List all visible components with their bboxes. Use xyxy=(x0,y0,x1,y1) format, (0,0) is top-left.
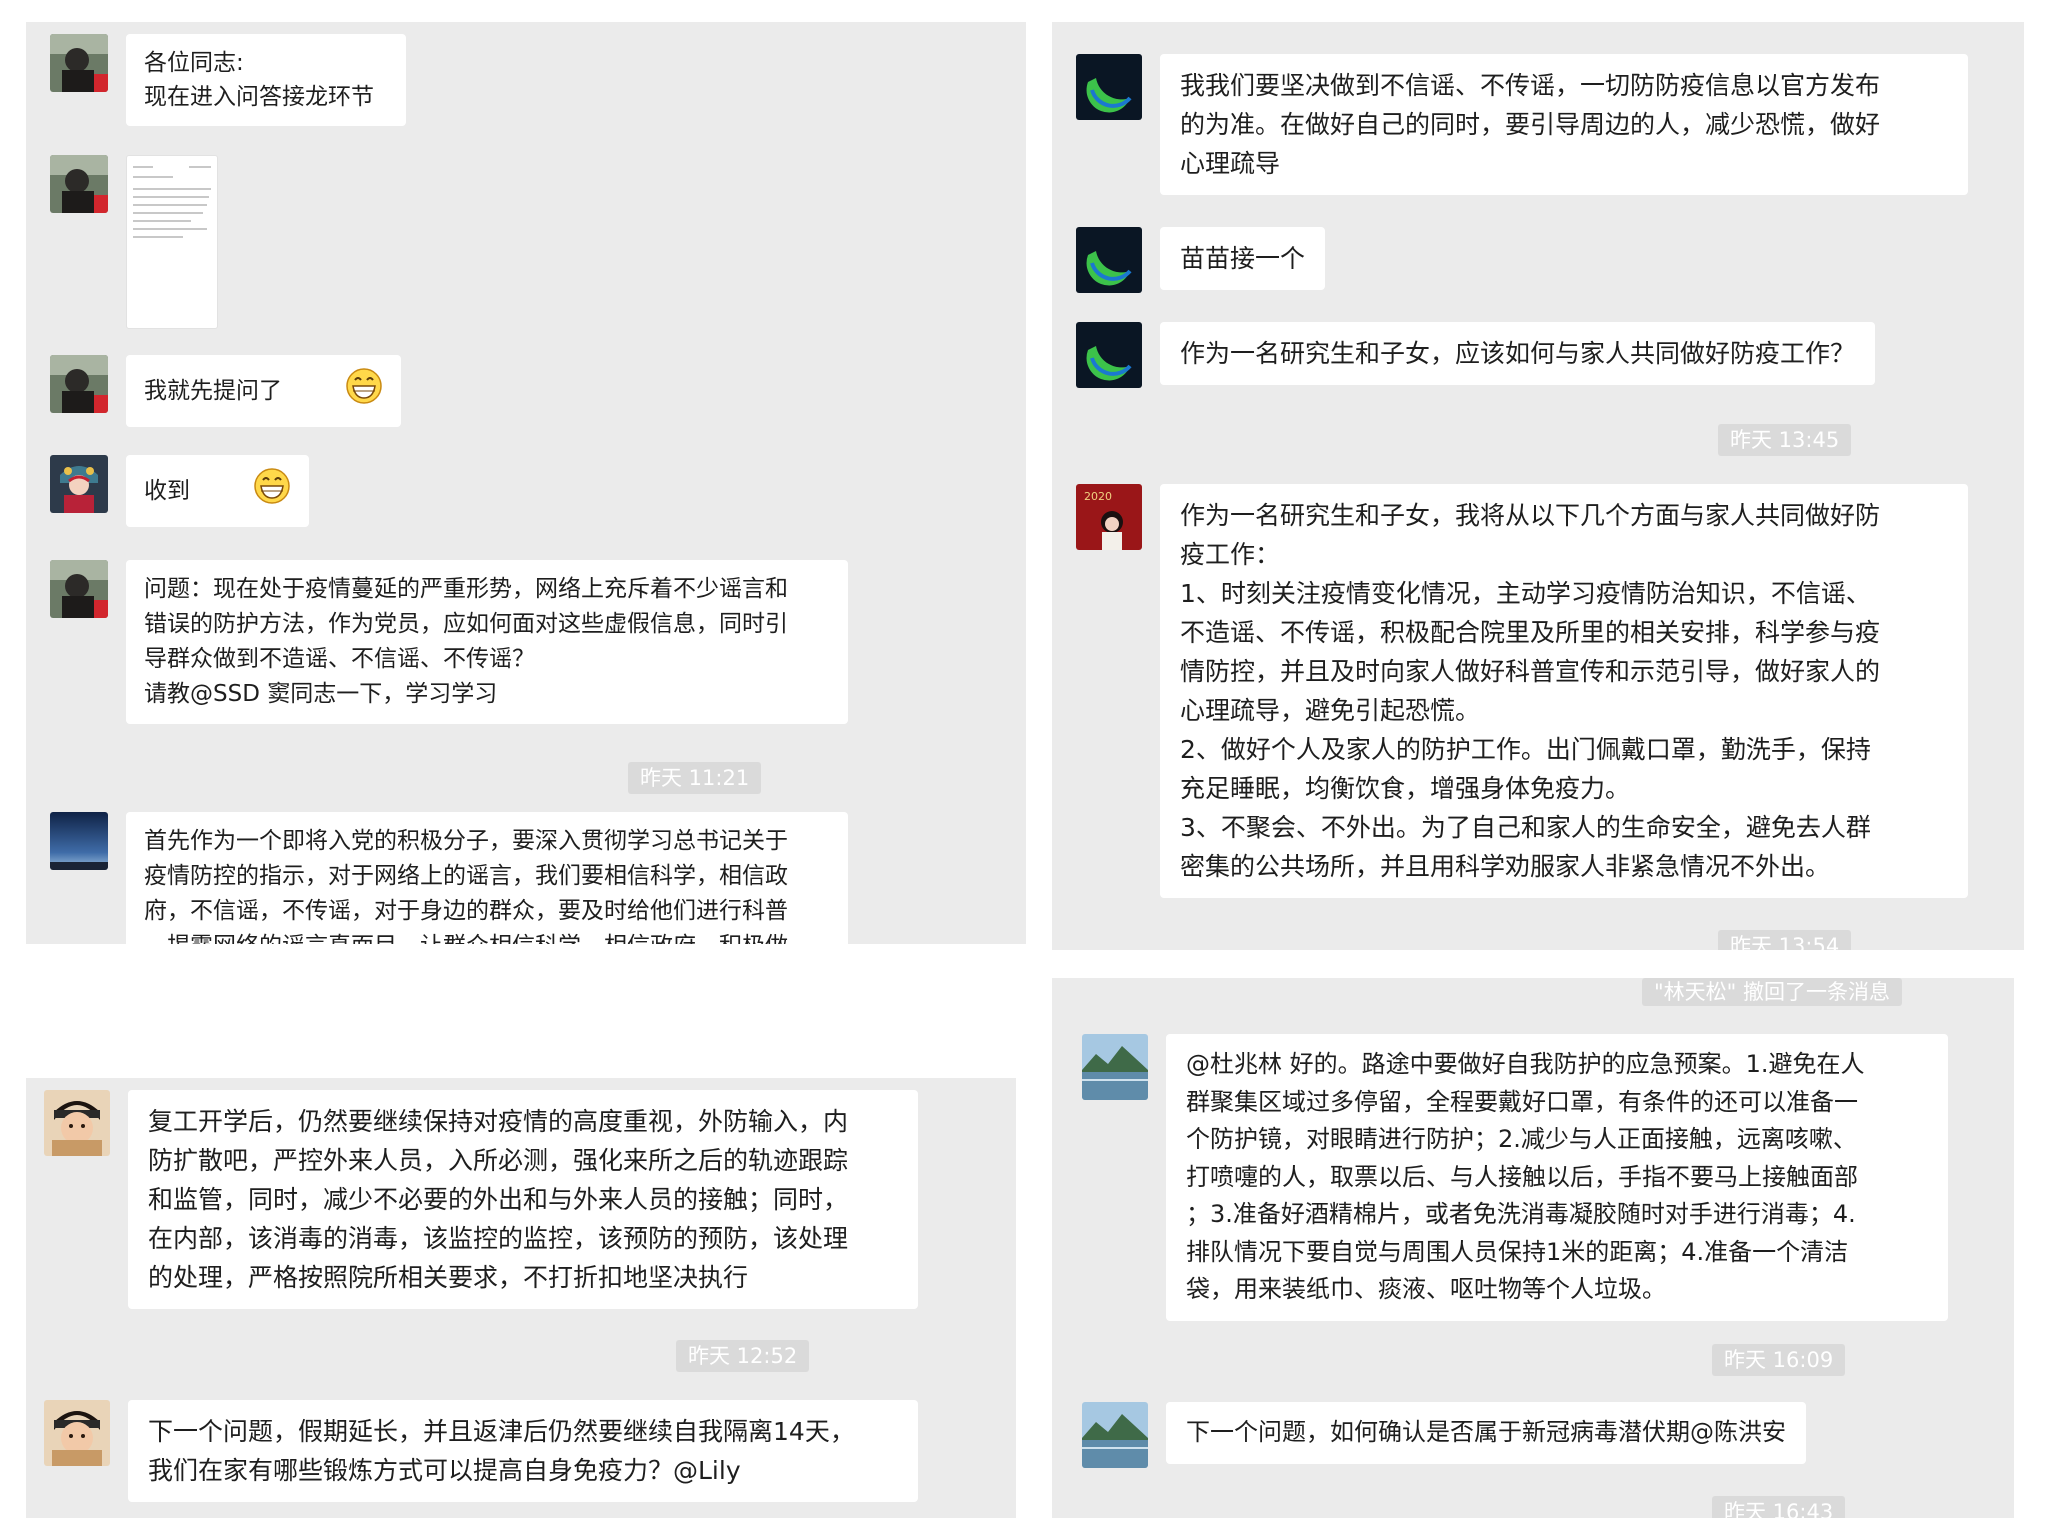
message-bubble[interactable]: 我我们要坚决做到不信谣、不传谣，一切防防疫信息以官方发布 的为准。在做好自己的同… xyxy=(1160,54,1968,195)
avatar-user-c[interactable] xyxy=(50,812,108,870)
timestamp: 昨天 13:45 xyxy=(1718,424,1852,456)
message-row: @杜兆林 好的。路途中要做好自我防护的应急预案。1.避免在人 群聚集区域过多停留… xyxy=(1082,1034,1948,1321)
message-bubble[interactable]: 下一个问题，如何确认是否属于新冠病毒潜伏期@陈洪安 xyxy=(1166,1402,1806,1464)
timestamp: 昨天 12:52 xyxy=(676,1340,810,1372)
message-row: 苗苗接一个 xyxy=(1076,227,1326,293)
timestamp: 昨天 16:09 xyxy=(1712,1344,1846,1376)
avatar-user-a[interactable] xyxy=(50,560,108,618)
message-bubble[interactable]: 首先作为一个即将入党的积极分子，要深入贯彻学习总书记关于 疫情防控的指示，对于网… xyxy=(126,812,848,944)
timestamp: 昨天 16:43 xyxy=(1712,1496,1846,1518)
avatar-user-f[interactable] xyxy=(44,1090,110,1156)
message-row: 下一个问题，如何确认是否属于新冠病毒潜伏期@陈洪安 xyxy=(1082,1402,1806,1468)
avatar-user-e[interactable]: 2020 xyxy=(1076,484,1142,550)
message-row: 2020 作为一名研究生和子女，我将从以下几个方面与家人共同做好防 疫工作： 1… xyxy=(1076,484,1968,898)
message-text: 我就先提问了 xyxy=(144,378,282,404)
avatar-user-a[interactable] xyxy=(50,34,108,92)
timestamp: 昨天 13:54 xyxy=(1718,930,1852,950)
avatar-user-d[interactable] xyxy=(1076,227,1142,293)
chat-panel-top-right: 我我们要坚决做到不信谣、不传谣，一切防防疫信息以官方发布 的为准。在做好自己的同… xyxy=(1052,22,2024,950)
message-row xyxy=(50,155,218,329)
message-text: 收到 xyxy=(144,478,190,504)
message-row: 各位同志: 现在进入问答接龙环节 xyxy=(50,34,406,126)
message-row: 收到 xyxy=(50,455,309,527)
grin-emoji-icon xyxy=(286,331,383,452)
image-attachment-thumbnail[interactable] xyxy=(126,155,218,329)
timestamp: 昨天 11:21 xyxy=(628,762,762,794)
message-row: 下一个问题，假期延长，并且返津后仍然要继续自我隔离14天， 我们在家有哪些锻炼方… xyxy=(44,1400,918,1502)
message-bubble[interactable]: @杜兆林 好的。路途中要做好自我防护的应急预案。1.避免在人 群聚集区域过多停留… xyxy=(1166,1034,1948,1321)
message-bubble[interactable]: 下一个问题，假期延长，并且返津后仍然要继续自我隔离14天， 我们在家有哪些锻炼方… xyxy=(128,1400,918,1502)
chat-panel-bottom-left: 复工开学后，仍然要继续保持对疫情的高度重视，外防输入，内 防扩散吧，严控外来人员… xyxy=(26,1078,1016,1518)
message-bubble[interactable]: 我就先提问了 xyxy=(126,355,401,427)
message-row: 我我们要坚决做到不信谣、不传谣，一切防防疫信息以官方发布 的为准。在做好自己的同… xyxy=(1076,54,1968,195)
message-row: 首先作为一个即将入党的积极分子，要深入贯彻学习总书记关于 疫情防控的指示，对于网… xyxy=(50,812,848,944)
avatar-user-d[interactable] xyxy=(1076,322,1142,388)
grin-emoji-icon xyxy=(194,431,291,552)
avatar-user-a[interactable] xyxy=(50,155,108,213)
message-row: 问题：现在处于疫情蔓延的严重形势，网络上充斥着不少谣言和 错误的防护方法，作为党… xyxy=(50,560,848,724)
message-bubble[interactable]: 问题：现在处于疫情蔓延的严重形势，网络上充斥着不少谣言和 错误的防护方法，作为党… xyxy=(126,560,848,724)
avatar-user-g[interactable] xyxy=(1082,1034,1148,1100)
recall-notice: "林天松" 撤回了一条消息 xyxy=(1642,978,1902,1006)
avatar-user-d[interactable] xyxy=(1076,54,1142,120)
svg-text:2020: 2020 xyxy=(1084,490,1112,503)
avatar-user-b[interactable] xyxy=(50,455,108,513)
message-row: 复工开学后，仍然要继续保持对疫情的高度重视，外防输入，内 防扩散吧，严控外来人员… xyxy=(44,1090,918,1309)
message-bubble[interactable]: 作为一名研究生和子女，应该如何与家人共同做好防疫工作？ xyxy=(1160,322,1876,385)
message-row: 作为一名研究生和子女，应该如何与家人共同做好防疫工作？ xyxy=(1076,322,1876,388)
avatar-user-a[interactable] xyxy=(50,355,108,413)
message-bubble[interactable]: 各位同志: 现在进入问答接龙环节 xyxy=(126,34,406,126)
chat-panel-top-left: 各位同志: 现在进入问答接龙环节 我就先提问了 收到 问题：现在处于疫情蔓延的严… xyxy=(26,22,1026,944)
message-bubble[interactable]: 作为一名研究生和子女，我将从以下几个方面与家人共同做好防 疫工作： 1、时刻关注… xyxy=(1160,484,1968,898)
avatar-user-g[interactable] xyxy=(1082,1402,1148,1468)
message-bubble[interactable]: 收到 xyxy=(126,455,309,527)
chat-panel-bottom-right: "林天松" 撤回了一条消息 @杜兆林 好的。路途中要做好自我防护的应急预案。1.… xyxy=(1052,978,2014,1518)
message-bubble[interactable]: 复工开学后，仍然要继续保持对疫情的高度重视，外防输入，内 防扩散吧，严控外来人员… xyxy=(128,1090,918,1309)
avatar-user-f[interactable] xyxy=(44,1400,110,1466)
message-bubble[interactable]: 苗苗接一个 xyxy=(1160,227,1326,290)
message-row: 我就先提问了 xyxy=(50,355,401,427)
